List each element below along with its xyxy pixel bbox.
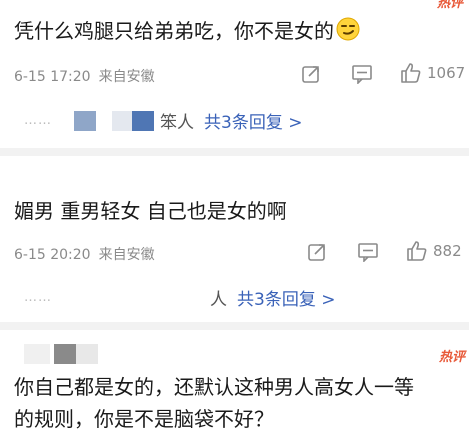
like-count: 1067 <box>427 64 466 82</box>
comment-text: 的规则，你是不是脑袋不好？ <box>14 404 274 434</box>
share-icon <box>302 66 319 83</box>
comment-text-line-1: 你自己都是女的，还默认这种男人高女人一等 <box>14 375 414 399</box>
avatar-blur-5 <box>54 344 76 364</box>
like-icon <box>401 63 421 83</box>
comment-date: 6-15 20:20 <box>14 247 91 263</box>
comment-meta: 6-15 20:20 来自安徽 <box>14 244 163 264</box>
reply-name-fragment: 人 <box>210 290 227 310</box>
comment-meta: 6-15 17:20 来自安徽 <box>14 66 163 86</box>
reply-dots: …… <box>24 113 52 128</box>
comment-text: 媚男 重男轻女 自己也是女的啊 <box>14 196 287 226</box>
comment-location: 来自安徽 <box>98 247 155 263</box>
share-button[interactable] <box>301 64 321 84</box>
comment-text: 凭什么鸡腿只给弟弟吃，你不是女的 <box>14 16 360 49</box>
avatar-blur-4 <box>24 344 50 364</box>
avatar-blur-6 <box>76 344 98 364</box>
view-replies-link[interactable]: 共3条回复 > <box>237 285 335 310</box>
comment-date: 6-15 17:20 <box>14 69 91 85</box>
avatar-blur-2 <box>112 110 132 131</box>
like-button[interactable]: 1067 <box>400 62 465 84</box>
reply-preview[interactable]: …… 笨人 共3条回复 > <box>24 108 302 133</box>
comment-text-body: 媚男 重男轻女 自己也是女的啊 <box>14 199 287 223</box>
hot-badge: 热评 <box>438 350 465 365</box>
share-button[interactable] <box>307 242 327 262</box>
like-count: 882 <box>433 242 462 260</box>
separator <box>0 148 469 156</box>
comment-button[interactable] <box>351 64 373 84</box>
comment-text-body: 凭什么鸡腿只给弟弟吃，你不是女的 <box>14 19 334 43</box>
comment-button[interactable] <box>357 242 379 262</box>
view-replies-link[interactable]: 共3条回复 > <box>204 108 302 133</box>
comment-icon <box>358 243 378 262</box>
avatar-blur-1 <box>74 110 96 131</box>
separator <box>0 322 469 330</box>
hot-badge-top: 热评 <box>436 0 463 11</box>
smirk-face-icon <box>336 17 360 49</box>
reply-name-fragment: 笨人 <box>160 113 194 133</box>
comment-text: 你自己都是女的，还默认这种男人高女人一等 <box>14 372 414 402</box>
reply-dots: …… <box>24 290 52 305</box>
like-icon <box>407 241 427 261</box>
comment-icon <box>352 65 372 84</box>
comment-location: 来自安徽 <box>98 69 155 85</box>
reply-preview[interactable]: …… 人 共3条回复 > <box>24 285 335 310</box>
share-icon <box>308 244 325 261</box>
like-button[interactable]: 882 <box>406 240 462 262</box>
comment-text-line-2: 的规则，你是不是脑袋不好？ <box>14 407 274 431</box>
avatar-blur-row <box>24 344 98 364</box>
avatar-blur-3 <box>132 110 154 131</box>
